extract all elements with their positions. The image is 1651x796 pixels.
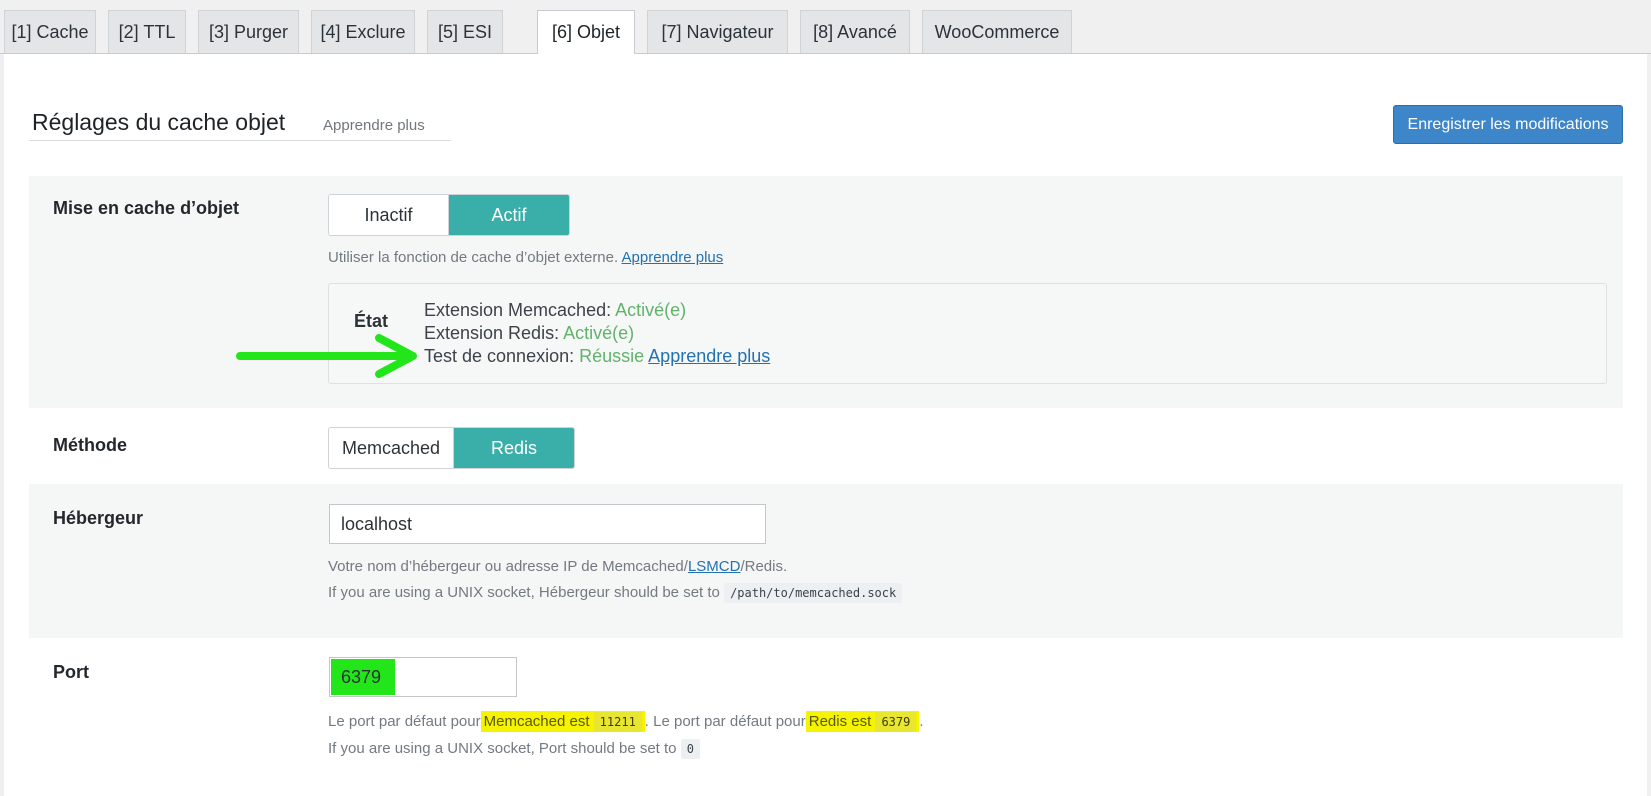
annotation-arrow-icon bbox=[236, 334, 417, 378]
redis-port-highlight: Redis est 6379 bbox=[805, 711, 920, 732]
port-input[interactable]: 6379 bbox=[329, 657, 517, 697]
tab-esi[interactable]: [5] ESI bbox=[427, 10, 503, 53]
port-middle-text: . Le port par défaut pour bbox=[644, 713, 806, 730]
connection-test-status: Test de connexion: Réussie Apprendre plu… bbox=[424, 346, 770, 367]
redis-port-text: Redis est bbox=[808, 713, 872, 730]
port-value-highlight: 6379 bbox=[331, 659, 395, 695]
object-cache-description-text: Utiliser la fonction de cache d’objet ex… bbox=[328, 249, 619, 266]
object-cache-toggle: Inactif Actif bbox=[328, 194, 570, 236]
tab-objet[interactable]: [6] Objet bbox=[537, 10, 635, 55]
port-socket-text: If you are using a UNIX socket, Port sho… bbox=[328, 740, 677, 757]
object-cache-off-option[interactable]: Inactif bbox=[329, 195, 449, 235]
tab-ttl[interactable]: [2] TTL bbox=[108, 10, 186, 53]
memcached-status: Extension Memcached: Activé(e) bbox=[424, 300, 686, 321]
redis-status-label: Extension Redis: bbox=[424, 323, 560, 343]
object-cache-on-option[interactable]: Actif bbox=[449, 195, 569, 235]
port-socket-code: 0 bbox=[680, 739, 700, 759]
host-row: Hébergeur localhost Votre nom d’hébergeu… bbox=[29, 484, 1623, 638]
section-heading: Réglages du cache objet Apprendre plus bbox=[29, 103, 451, 141]
connection-learn-more-link[interactable]: Apprendre plus bbox=[648, 346, 770, 366]
memcached-status-label: Extension Memcached: bbox=[424, 300, 612, 320]
object-cache-label: Mise en cache d’objet bbox=[53, 198, 240, 218]
host-description: Votre nom d’hébergeur ou adresse IP de M… bbox=[328, 558, 787, 575]
method-row: Méthode Memcached Redis bbox=[29, 408, 1623, 484]
port-end-text: . bbox=[919, 713, 924, 730]
port-row: Port 6379 Le port par défaut pour Memcach… bbox=[29, 638, 1623, 788]
memcached-port-text: Memcached est bbox=[483, 713, 590, 730]
memcached-port-code: 11211 bbox=[593, 712, 642, 732]
memcached-status-value: Activé(e) bbox=[615, 300, 687, 320]
method-redis-option[interactable]: Redis bbox=[454, 428, 574, 468]
tab-woocommerce[interactable]: WooCommerce bbox=[922, 10, 1072, 53]
port-default-text: Le port par défaut pour bbox=[328, 713, 481, 730]
host-socket-note: If you are using a UNIX socket, Hébergeu… bbox=[328, 583, 903, 603]
tab-avance[interactable]: [8] Avancé bbox=[800, 10, 910, 53]
object-cache-description: Utiliser la fonction de cache d’objet ex… bbox=[328, 249, 723, 266]
host-socket-code: /path/to/memcached.sock bbox=[724, 583, 903, 603]
memcached-port-highlight: Memcached est 11211 bbox=[480, 711, 645, 732]
redis-status: Extension Redis: Activé(e) bbox=[424, 323, 634, 344]
method-label: Méthode bbox=[53, 435, 127, 455]
port-default-note: Le port par défaut pour Memcached est 112… bbox=[328, 711, 924, 732]
connection-test-value: Réussie bbox=[579, 346, 645, 366]
save-button[interactable]: Enregistrer les modifications bbox=[1393, 105, 1623, 144]
port-label: Port bbox=[53, 662, 89, 682]
tab-navigateur[interactable]: [7] Navigateur bbox=[647, 10, 788, 53]
port-socket-note: If you are using a UNIX socket, Port sho… bbox=[328, 739, 700, 759]
host-description-end: /Redis. bbox=[740, 558, 788, 575]
status-box: État Extension Memcached: Activé(e) Exte… bbox=[328, 283, 1607, 384]
host-description-text: Votre nom d’hébergeur ou adresse IP de M… bbox=[328, 558, 688, 575]
method-toggle: Memcached Redis bbox=[328, 427, 575, 469]
redis-port-code: 6379 bbox=[875, 712, 917, 732]
learn-more-link[interactable]: Apprendre plus bbox=[323, 117, 425, 134]
connection-test-label: Test de connexion: bbox=[424, 346, 575, 366]
redis-status-value: Activé(e) bbox=[563, 323, 635, 343]
page-title: Réglages du cache objet bbox=[32, 109, 286, 135]
host-socket-text: If you are using a UNIX socket, Hébergeu… bbox=[328, 584, 720, 601]
status-title: État bbox=[354, 311, 389, 331]
lsmcd-link[interactable]: LSMCD bbox=[688, 558, 741, 575]
host-input[interactable]: localhost bbox=[329, 504, 766, 544]
tab-exclure[interactable]: [4] Exclure bbox=[311, 10, 415, 53]
tab-cache[interactable]: [1] Cache bbox=[4, 10, 96, 53]
host-label: Hébergeur bbox=[53, 508, 144, 528]
object-cache-learn-more-link[interactable]: Apprendre plus bbox=[622, 249, 724, 266]
tab-bar: [1] Cache [2] TTL [3] Purger [4] Exclure… bbox=[0, 0, 1651, 55]
method-memcached-option[interactable]: Memcached bbox=[329, 428, 454, 468]
tab-purger[interactable]: [3] Purger bbox=[198, 10, 299, 53]
